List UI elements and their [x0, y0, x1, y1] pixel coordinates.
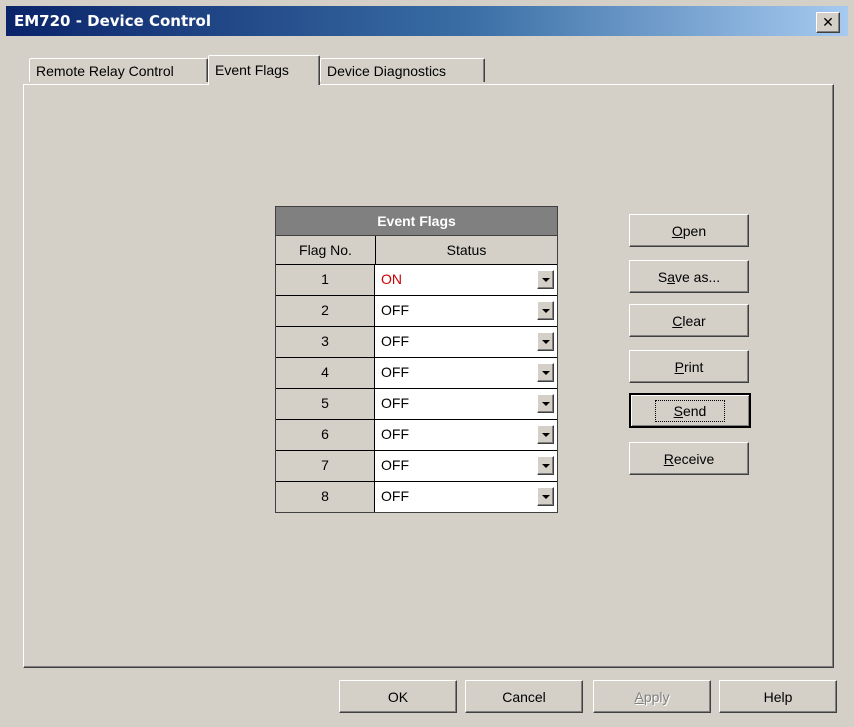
close-icon: ✕: [822, 14, 834, 31]
status-dropdown[interactable]: ON: [375, 265, 557, 295]
print-button[interactable]: Print: [629, 350, 749, 383]
flag-number-cell: 1: [276, 265, 375, 295]
dropdown-arrow-icon[interactable]: [537, 363, 554, 382]
flag-number-cell: 8: [276, 482, 375, 512]
dropdown-arrow-icon[interactable]: [537, 270, 554, 289]
status-value: OFF: [381, 364, 409, 380]
column-header-flag-no: Flag No.: [276, 236, 376, 264]
table-row: 4 OFF: [276, 358, 557, 389]
status-value: OFF: [381, 395, 409, 411]
status-value: OFF: [381, 302, 409, 318]
save-as-button[interactable]: Save as...: [629, 260, 749, 293]
flag-number-cell: 6: [276, 420, 375, 450]
status-dropdown[interactable]: OFF: [375, 389, 557, 419]
receive-button-label: Receive: [663, 450, 715, 467]
grid-body: 1 ON 2 OFF 3 OFF 4 OFF 5 OFF 6 OFF 7 OFF 8 OFF: [276, 265, 557, 512]
cancel-button-label: Cancel: [502, 688, 546, 705]
dropdown-arrow-icon[interactable]: [537, 425, 554, 444]
dropdown-arrow-icon[interactable]: [537, 332, 554, 351]
flag-number-cell: 3: [276, 327, 375, 357]
open-button-label: Open: [671, 222, 707, 239]
ok-button[interactable]: OK: [339, 680, 457, 713]
event-flags-grid: Event Flags Flag No. Status 1 ON 2 OFF 3 OFF 4…: [275, 206, 558, 513]
status-dropdown[interactable]: OFF: [375, 327, 557, 357]
tab-remote-relay-control[interactable]: Remote Relay Control: [29, 58, 208, 82]
receive-button[interactable]: Receive: [629, 442, 749, 475]
status-dropdown[interactable]: OFF: [375, 451, 557, 481]
tab-label: Remote Relay Control: [36, 63, 174, 79]
grid-header-row: Flag No. Status: [276, 236, 557, 265]
table-row: 1 ON: [276, 265, 557, 296]
status-dropdown[interactable]: OFF: [375, 296, 557, 326]
table-row: 7 OFF: [276, 451, 557, 482]
dropdown-arrow-icon[interactable]: [537, 301, 554, 320]
dropdown-arrow-icon[interactable]: [537, 456, 554, 475]
help-button[interactable]: Help: [719, 680, 837, 713]
clear-button-label: Clear: [672, 312, 706, 329]
tab-label: Device Diagnostics: [327, 63, 447, 79]
apply-button-label: Apply: [634, 688, 670, 705]
flag-number-cell: 7: [276, 451, 375, 481]
table-row: 6 OFF: [276, 420, 557, 451]
status-value: OFF: [381, 457, 409, 473]
tab-device-diagnostics[interactable]: Device Diagnostics: [320, 58, 485, 82]
print-button-label: Print: [674, 358, 704, 375]
title-bar: EM720 - Device Control ✕: [6, 6, 848, 36]
status-value: OFF: [381, 333, 409, 349]
column-header-status: Status: [376, 236, 557, 264]
status-dropdown[interactable]: OFF: [375, 358, 557, 388]
status-value: ON: [381, 271, 402, 287]
window-title: EM720 - Device Control: [14, 12, 211, 30]
send-button[interactable]: Send: [629, 393, 751, 428]
flag-number-cell: 5: [276, 389, 375, 419]
help-button-label: Help: [763, 688, 793, 705]
cancel-button[interactable]: Cancel: [465, 680, 583, 713]
table-row: 5 OFF: [276, 389, 557, 420]
table-row: 3 OFF: [276, 327, 557, 358]
table-row: 8 OFF: [276, 482, 557, 512]
status-dropdown[interactable]: OFF: [375, 420, 557, 450]
flag-number-cell: 2: [276, 296, 375, 326]
dropdown-arrow-icon[interactable]: [537, 487, 554, 506]
table-row: 2 OFF: [276, 296, 557, 327]
status-value: OFF: [381, 488, 409, 504]
close-button[interactable]: ✕: [816, 12, 840, 33]
ok-button-label: OK: [387, 688, 409, 705]
open-button[interactable]: Open: [629, 214, 749, 247]
grid-title: Event Flags: [276, 207, 557, 236]
status-value: OFF: [381, 426, 409, 442]
status-dropdown[interactable]: OFF: [375, 482, 557, 512]
save-as-button-label: Save as...: [657, 268, 721, 285]
tab-label: Event Flags: [215, 62, 289, 78]
device-control-window: EM720 - Device Control ✕ Remote Relay Co…: [0, 0, 854, 727]
flag-number-cell: 4: [276, 358, 375, 388]
dropdown-arrow-icon[interactable]: [537, 394, 554, 413]
apply-button[interactable]: Apply: [593, 680, 711, 713]
send-button-label: Send: [654, 399, 726, 422]
tab-event-flags[interactable]: Event Flags: [208, 55, 320, 85]
clear-button[interactable]: Clear: [629, 304, 749, 337]
